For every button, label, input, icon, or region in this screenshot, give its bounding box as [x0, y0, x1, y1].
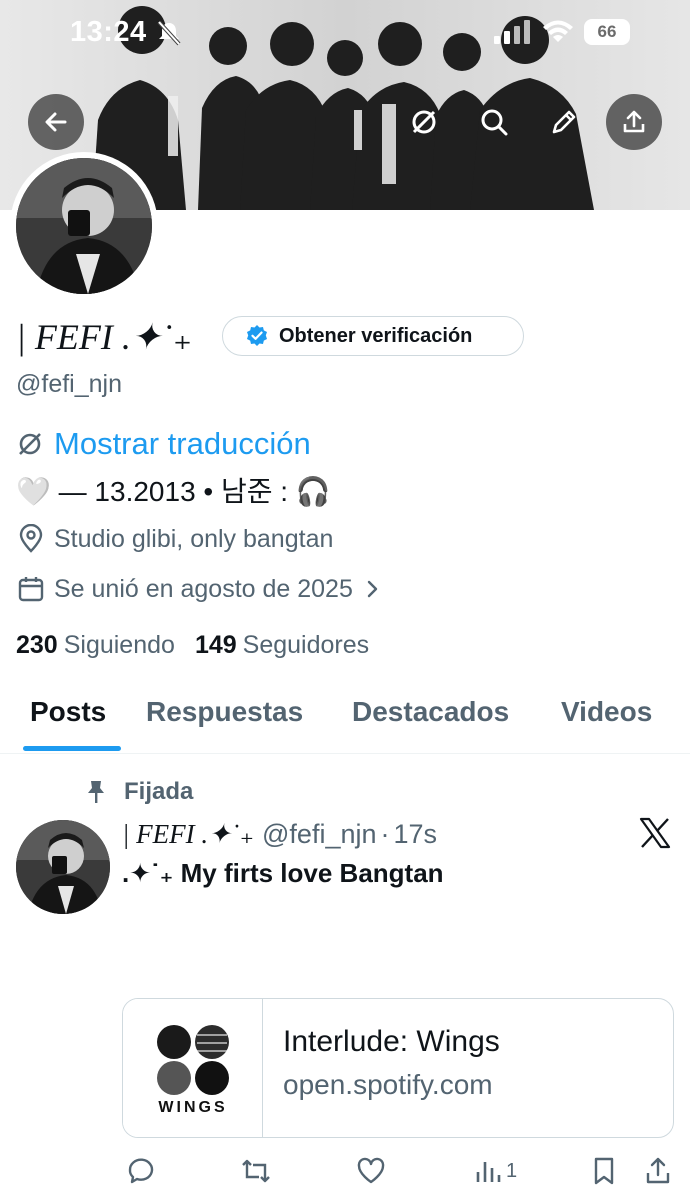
share-icon	[623, 110, 645, 133]
link-preview-card[interactable]: WINGS Interlude: Wings open.spotify.com	[122, 998, 674, 1138]
followers-label: Seguidores	[242, 630, 370, 659]
post-header: | FEFI .✦˙₊ @fefi_njn · 17s	[122, 814, 437, 854]
tab-highlights[interactable]: Destacados	[352, 696, 509, 728]
avatar-image	[16, 158, 152, 294]
signal-icon	[494, 20, 530, 49]
pinned-indicator: Fijada	[84, 774, 193, 810]
following-label: Siguiendo	[63, 630, 175, 659]
translate-banner-button[interactable]	[404, 102, 444, 142]
share-icon	[646, 1157, 670, 1184]
get-verified-button[interactable]: Obtener verificación	[222, 316, 524, 356]
profile-joined[interactable]: Se unió en agosto de 2025	[16, 572, 383, 606]
calendar-icon	[18, 577, 44, 602]
views-button[interactable]: 1	[474, 1156, 517, 1186]
profile-bio: 🤍 ― 13.2013 • 남준 : 🎧	[16, 476, 331, 507]
tab-videos[interactable]: Videos	[561, 696, 652, 728]
wifi-icon	[542, 18, 574, 49]
tab-replies[interactable]: Respuestas	[146, 696, 303, 728]
edit-profile-button[interactable]	[544, 102, 584, 142]
views-icon	[476, 1162, 501, 1182]
joined-text: Se unió en agosto de 2025	[54, 574, 353, 603]
bookmark-icon	[594, 1157, 614, 1185]
pin-icon	[88, 781, 104, 803]
get-verified-label: Obtener verificación	[279, 324, 473, 347]
translate-icon	[19, 433, 41, 455]
profile-name-row: | FEFI .✦˙₊	[16, 314, 192, 360]
album-thumbnail: WINGS	[123, 999, 263, 1137]
repost-icon	[242, 1159, 270, 1183]
following-count: 230	[16, 630, 58, 659]
profile-tabs: Posts Respuestas Destacados Videos	[0, 678, 690, 754]
post-author-name[interactable]: | FEFI .✦˙₊	[122, 819, 254, 850]
x-logo-button[interactable]	[638, 816, 672, 855]
back-button[interactable]	[28, 94, 84, 150]
share-button[interactable]	[606, 94, 662, 150]
post-time[interactable]: 17s	[394, 819, 438, 850]
profile-location: Studio glibi, only bangtan	[16, 522, 333, 556]
bookmark-button[interactable]	[590, 1156, 618, 1186]
followers-count: 149	[194, 630, 237, 659]
reply-button[interactable]	[126, 1156, 156, 1186]
heart-icon	[357, 1157, 385, 1184]
show-translation-label: Mostrar traducción	[54, 426, 311, 461]
share-post-button[interactable]	[644, 1156, 672, 1186]
following-link[interactable]: 230 Siguiendo	[16, 631, 175, 660]
post-author-handle[interactable]: @fefi_njn	[262, 819, 376, 850]
show-translation-link[interactable]: Mostrar traducción	[16, 424, 311, 464]
card-title: Interlude: Wings	[283, 1025, 500, 1058]
battery-icon: 66	[584, 19, 630, 45]
tab-posts[interactable]: Posts	[30, 696, 106, 728]
mute-bell-icon	[156, 20, 182, 51]
pinned-label: Fijada	[124, 778, 194, 805]
status-time: 13:24	[70, 16, 147, 48]
status-bar: 13:24 66	[0, 0, 690, 62]
followers-link[interactable]: 149 Seguidores	[195, 631, 369, 660]
views-count: 1	[506, 1159, 518, 1182]
battery-level: 66	[597, 22, 617, 41]
search-button[interactable]	[474, 102, 514, 142]
repost-button[interactable]	[240, 1156, 272, 1186]
translate-icon	[412, 110, 436, 134]
display-name: | FEFI .✦˙₊	[16, 317, 193, 357]
search-icon	[481, 109, 508, 136]
album-thumb-text: WINGS	[158, 1099, 228, 1116]
reply-icon	[128, 1158, 154, 1184]
post-author-avatar[interactable]	[16, 820, 110, 914]
pencil-icon	[552, 110, 576, 134]
active-tab-indicator	[23, 746, 121, 751]
map-pin-icon	[19, 524, 43, 553]
card-domain: open.spotify.com	[283, 1069, 493, 1100]
x-logo-icon	[639, 817, 671, 849]
post-separator: ·	[380, 818, 390, 849]
post-actions: 1	[0, 1150, 690, 1194]
arrow-left-icon	[45, 112, 67, 132]
like-button[interactable]	[356, 1156, 386, 1186]
location-text: Studio glibi, only bangtan	[54, 524, 334, 553]
profile-stats: 230 Siguiendo 149 Seguidores	[16, 628, 369, 662]
verified-badge-icon	[247, 325, 267, 346]
chevron-right-icon	[367, 580, 378, 598]
post-text: .✦˙₊ My firts love Bangtan	[122, 858, 444, 888]
profile-handle: @fefi_njn	[16, 370, 122, 398]
profile-avatar[interactable]	[10, 152, 158, 300]
